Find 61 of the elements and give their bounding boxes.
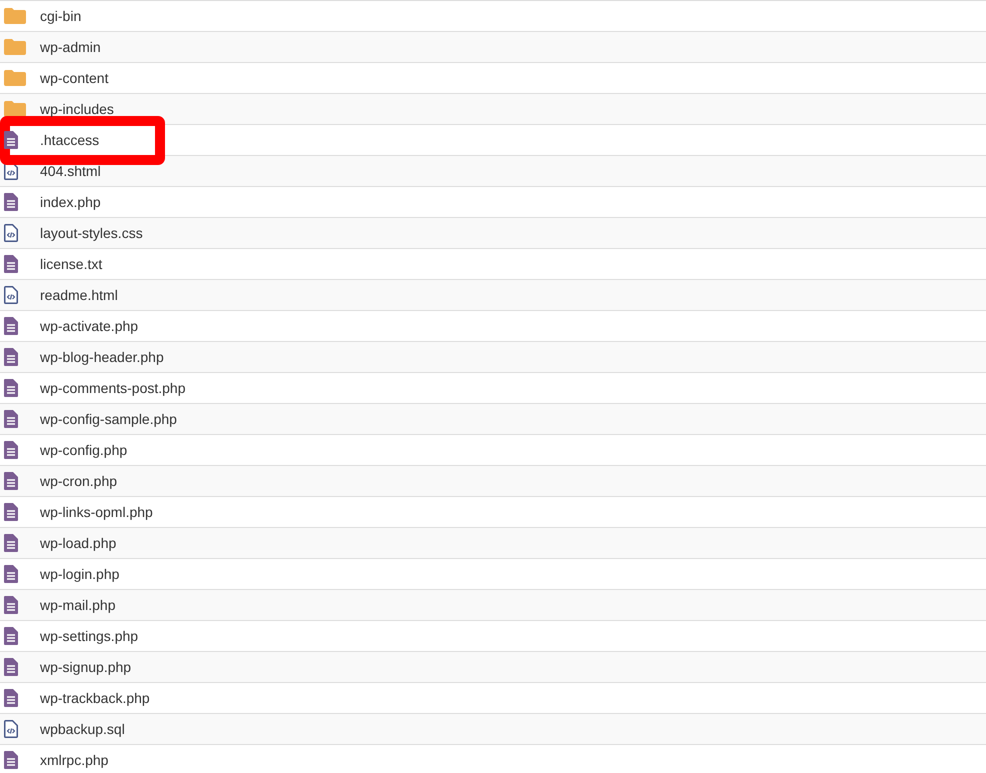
- folder-icon: [4, 39, 26, 55]
- document-icon: [4, 348, 18, 366]
- document-icon: [4, 255, 18, 273]
- file-name: wp-trackback.php: [40, 690, 150, 706]
- document-icon: [4, 596, 18, 614]
- document-icon: [4, 751, 18, 769]
- file-name: wp-settings.php: [40, 628, 138, 644]
- folder-icon: [4, 70, 26, 86]
- file-name: license.txt: [40, 256, 102, 272]
- file-row[interactable]: readme.html: [0, 280, 986, 311]
- file-name: xmlrpc.php: [40, 752, 108, 768]
- file-name: wp-config-sample.php: [40, 411, 177, 427]
- file-row[interactable]: wp-includes: [0, 94, 986, 125]
- document-icon: [4, 689, 18, 707]
- document-icon: [4, 379, 18, 397]
- file-name: .htaccess: [40, 132, 100, 148]
- document-icon: [4, 193, 18, 211]
- file-name: index.php: [40, 194, 101, 210]
- file-row[interactable]: wp-mail.php: [0, 590, 986, 621]
- file-name: wp-comments-post.php: [40, 380, 186, 396]
- file-name: 404.shtml: [40, 163, 101, 179]
- file-row[interactable]: layout-styles.css: [0, 218, 986, 249]
- file-name: wpbackup.sql: [40, 721, 125, 737]
- file-row[interactable]: wp-signup.php: [0, 652, 986, 683]
- document-icon: [4, 317, 18, 335]
- file-row[interactable]: wp-cron.php: [0, 466, 986, 497]
- document-icon: [4, 472, 18, 490]
- file-row[interactable]: 404.shtml: [0, 156, 986, 187]
- document-icon: [4, 534, 18, 552]
- file-name: wp-config.php: [40, 442, 128, 458]
- file-name: wp-links-opml.php: [40, 504, 153, 520]
- folder-icon: [4, 8, 26, 24]
- file-name: wp-includes: [40, 101, 114, 117]
- document-icon: [4, 503, 18, 521]
- code-file-icon: [4, 286, 18, 304]
- file-name: wp-mail.php: [40, 597, 116, 613]
- file-row[interactable]: wpbackup.sql: [0, 714, 986, 745]
- code-file-icon: [4, 720, 18, 738]
- file-name: layout-styles.css: [40, 225, 143, 241]
- folder-icon: [4, 101, 26, 117]
- file-name: wp-login.php: [40, 566, 120, 582]
- document-icon: [4, 658, 18, 676]
- document-icon: [4, 627, 18, 645]
- file-name: readme.html: [40, 287, 118, 303]
- file-row[interactable]: wp-config-sample.php: [0, 404, 986, 435]
- file-name: cgi-bin: [40, 8, 82, 24]
- file-name: wp-signup.php: [40, 659, 132, 675]
- file-name: wp-content: [40, 70, 108, 86]
- document-icon: [4, 131, 18, 149]
- document-icon: [4, 410, 18, 428]
- file-name: wp-load.php: [40, 535, 116, 551]
- file-row[interactable]: wp-admin: [0, 32, 986, 63]
- file-name: wp-cron.php: [40, 473, 118, 489]
- document-icon: [4, 441, 18, 459]
- file-row[interactable]: wp-blog-header.php: [0, 342, 986, 373]
- file-row[interactable]: wp-load.php: [0, 528, 986, 559]
- file-name: wp-blog-header.php: [40, 349, 164, 365]
- code-file-icon: [4, 224, 18, 242]
- file-name: wp-activate.php: [40, 318, 138, 334]
- file-name: wp-admin: [40, 39, 101, 55]
- document-icon: [4, 565, 18, 583]
